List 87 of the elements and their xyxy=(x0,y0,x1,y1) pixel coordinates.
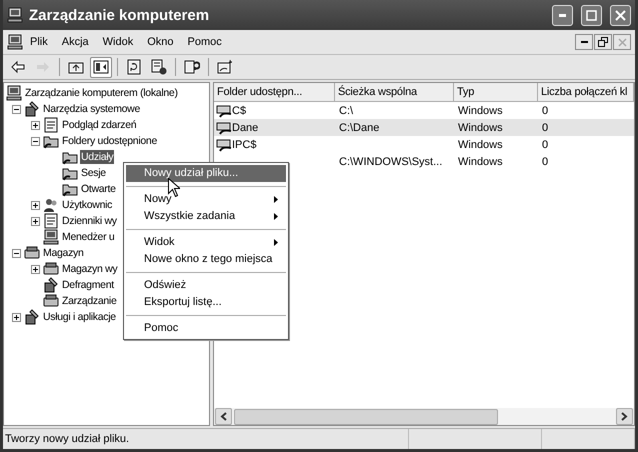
disk-icon xyxy=(43,261,59,277)
table-cell: 0 xyxy=(542,104,548,116)
computer-icon xyxy=(7,7,23,23)
tree-item[interactable]: Defragment xyxy=(61,278,115,292)
restore-button[interactable] xyxy=(594,34,612,50)
expand-toggle[interactable] xyxy=(31,216,40,226)
minimize-icon xyxy=(559,14,566,16)
expand-toggle[interactable] xyxy=(31,200,40,210)
window-title: Zarządzanie komputerem xyxy=(29,6,210,24)
collapse-toggle[interactable] xyxy=(12,104,21,114)
context-menu-item[interactable]: Nowy udział pliku... xyxy=(126,165,286,182)
table-cell: Dane xyxy=(232,122,258,134)
log-icon xyxy=(43,213,59,229)
table-cell: Windows xyxy=(458,138,503,150)
table-cell: C:\ xyxy=(339,104,354,116)
toolbar-button[interactable] xyxy=(90,56,112,78)
computer-icon xyxy=(7,34,23,50)
menu-item[interactable]: Pomoc xyxy=(180,34,229,50)
close-icon xyxy=(615,10,626,20)
tree-item[interactable]: Magazyn wy xyxy=(61,262,118,276)
table-cell: Windows xyxy=(458,104,503,116)
horizontal-scrollbar[interactable] xyxy=(214,408,634,425)
tree-item[interactable]: Usługi i aplikacje xyxy=(42,310,117,324)
expand-toggle[interactable] xyxy=(31,120,40,130)
menu-item[interactable]: Akcja xyxy=(54,34,96,50)
back-arrow-icon xyxy=(10,59,26,75)
computer-icon xyxy=(6,85,22,101)
users-icon xyxy=(43,197,59,213)
table-cell: C:\Dane xyxy=(339,122,380,134)
context-menu-item[interactable]: Pomoc xyxy=(126,320,286,337)
column-header[interactable]: Typ xyxy=(454,83,538,102)
shared-drive-icon xyxy=(216,120,232,136)
computer-icon xyxy=(43,229,59,245)
tree-item[interactable]: Dzienniki wy xyxy=(61,214,118,228)
context-menu-item[interactable]: Widok xyxy=(126,234,286,251)
menu-item[interactable]: Widok xyxy=(96,34,140,50)
expand-toggle[interactable] xyxy=(31,264,40,274)
scroll-right-icon xyxy=(621,412,628,421)
disk-icon xyxy=(24,245,40,261)
minimize-icon xyxy=(580,41,588,43)
table-cell: Windows xyxy=(458,156,503,168)
log-icon xyxy=(43,117,59,133)
column-header[interactable]: Ścieżka wspólna xyxy=(335,83,454,102)
export-list-icon xyxy=(151,59,167,75)
close-icon xyxy=(618,38,626,46)
tree-item[interactable]: Udziały xyxy=(80,150,114,164)
collapse-toggle[interactable] xyxy=(12,248,21,258)
disk-icon xyxy=(43,293,59,309)
maximize-icon xyxy=(586,10,597,20)
context-menu-item[interactable]: Odśwież xyxy=(126,277,286,294)
context-menu-item[interactable]: Nowy xyxy=(126,191,286,208)
table-cell: Windows xyxy=(458,122,503,134)
tree-item[interactable]: Otwarte xyxy=(80,182,117,196)
tree-item[interactable]: Menedżer u xyxy=(61,230,116,244)
maximize-button[interactable] xyxy=(581,4,602,26)
column-header[interactable]: Liczba połączeń kl xyxy=(538,83,634,102)
table-cell: 0 xyxy=(542,138,548,150)
shared-drive-icon xyxy=(216,136,232,152)
tree-item[interactable]: Użytkownic xyxy=(61,198,114,212)
column-header[interactable]: Folder udostępn... xyxy=(214,83,335,102)
table-cell: C$ xyxy=(232,104,246,116)
pane-toggle-icon xyxy=(93,59,109,75)
context-menu-item[interactable]: Nowe okno z tego miejsca xyxy=(126,251,286,268)
restore-icon xyxy=(598,37,608,47)
tree-item[interactable]: Magazyn xyxy=(42,246,85,260)
tree-item[interactable]: Zarządzanie komputerem (lokalne) xyxy=(24,86,179,100)
minimize-button[interactable] xyxy=(575,34,593,50)
expand-toggle[interactable] xyxy=(12,312,21,322)
tree-item[interactable]: Narzędzia systemowe xyxy=(42,102,142,116)
table-cell: 0 xyxy=(542,122,548,134)
tree-item[interactable]: Sesje xyxy=(80,166,107,180)
tree-item[interactable]: Podgląd zdarzeń xyxy=(61,118,138,132)
table-cell: 0 xyxy=(542,156,548,168)
menu-item[interactable]: Okno xyxy=(140,34,180,50)
table-cell: C:\WINDOWS\Syst... xyxy=(339,156,442,168)
status-text: Tworzy nowy udział pliku. xyxy=(5,433,130,445)
context-menu-item[interactable]: Wszystkie zadania xyxy=(126,208,286,225)
shared-drive-icon xyxy=(216,102,232,118)
tree-item[interactable]: Zarządzanie xyxy=(61,294,118,308)
tree-item[interactable]: Foldery udostępnione xyxy=(61,134,158,148)
refresh-icon xyxy=(126,59,142,75)
collapse-toggle[interactable] xyxy=(31,136,40,146)
table-cell: IPC$ xyxy=(232,138,256,150)
context-menu-item[interactable]: Eksportuj listę... xyxy=(126,294,286,311)
scroll-left-icon xyxy=(220,412,227,421)
new-window-icon xyxy=(217,59,233,75)
menu-item[interactable]: Plik xyxy=(23,34,55,50)
